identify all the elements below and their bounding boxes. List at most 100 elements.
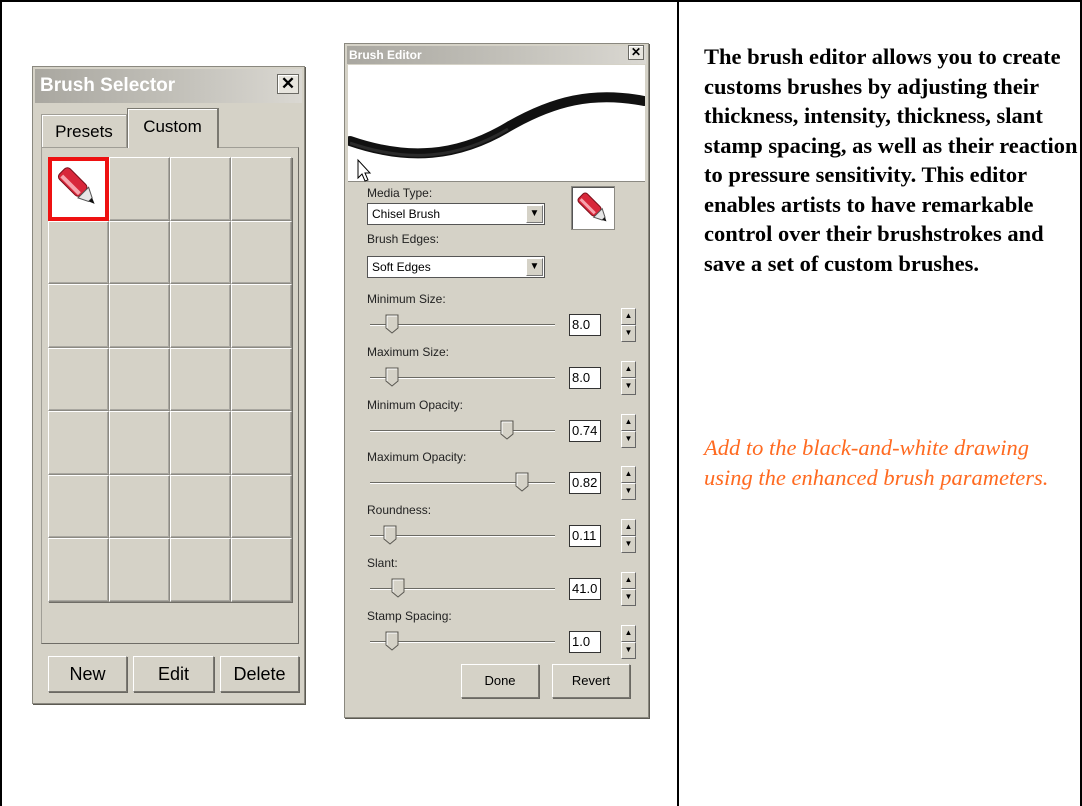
brush-slot[interactable]: [231, 538, 292, 602]
value-spinner[interactable]: ▲ ▼: [621, 308, 636, 342]
tab-presets[interactable]: Presets: [41, 114, 127, 148]
spin-up-icon[interactable]: ▲: [621, 624, 636, 642]
new-brush-button[interactable]: New: [48, 656, 127, 692]
slider-value-field[interactable]: 0.82: [569, 472, 601, 495]
slider-value-field[interactable]: 8.0: [569, 314, 601, 336]
brush-thumbnail[interactable]: [571, 186, 615, 230]
spin-down-icon[interactable]: ▼: [621, 483, 636, 501]
brush-slot[interactable]: [170, 538, 231, 602]
brush-slot[interactable]: [231, 220, 292, 284]
value-spinner[interactable]: ▲ ▼: [621, 572, 636, 606]
brush-edges-value: Soft Edges: [372, 260, 431, 274]
slider-label: Stamp Spacing:: [367, 608, 452, 623]
slider-label: Maximum Size:: [367, 344, 450, 359]
spin-down-icon[interactable]: ▼: [621, 589, 636, 606]
brush-editor-title: Brush Editor: [349, 48, 422, 62]
chevron-down-icon[interactable]: ▼: [526, 258, 543, 276]
value-spinner[interactable]: ▲ ▼: [621, 466, 636, 501]
brush-slot[interactable]: [231, 284, 292, 348]
tab-custom[interactable]: Custom: [127, 108, 219, 148]
slider-thumb[interactable]: [515, 472, 529, 493]
pen-brush-icon: [57, 167, 95, 204]
brush-slot[interactable]: [231, 474, 292, 538]
brush-slot[interactable]: [231, 157, 292, 221]
slider-thumb[interactable]: [500, 420, 514, 440]
close-icon[interactable]: ✕: [277, 74, 299, 94]
value-spinner[interactable]: ▲ ▼: [621, 413, 636, 448]
spin-down-icon[interactable]: ▼: [621, 641, 636, 659]
slider-value-field[interactable]: 0.11: [569, 525, 601, 548]
slider-thumb[interactable]: [385, 631, 399, 651]
brush-slot[interactable]: [170, 347, 231, 411]
brush-slot[interactable]: [231, 411, 292, 475]
brush-slot[interactable]: [170, 157, 231, 221]
brush-slot[interactable]: [170, 474, 231, 538]
spin-down-icon[interactable]: ▼: [621, 430, 636, 448]
pen-brush-icon: [577, 192, 607, 222]
brush-slot[interactable]: [48, 284, 109, 348]
brush-slot[interactable]: [48, 474, 109, 538]
brush-slot[interactable]: [109, 157, 170, 221]
slider-label: Minimum Size:: [367, 292, 446, 306]
slider-label: Slant:: [367, 556, 398, 570]
brush-slot[interactable]: [109, 411, 170, 475]
brush-slot[interactable]: [231, 347, 292, 411]
brush-edges-dropdown[interactable]: Soft Edges ▼: [367, 256, 545, 278]
spin-up-icon[interactable]: ▲: [621, 413, 636, 431]
stroke-preview[interactable]: [345, 65, 649, 182]
media-type-dropdown[interactable]: Chisel Brush ▼: [367, 203, 545, 225]
spin-up-icon[interactable]: ▲: [621, 308, 636, 325]
spin-down-icon[interactable]: ▼: [621, 536, 636, 554]
column-divider: [677, 0, 679, 806]
spin-up-icon[interactable]: ▲: [621, 572, 636, 589]
brush-slot[interactable]: [109, 347, 170, 411]
slider-value-field[interactable]: 0.74: [569, 419, 601, 442]
slider-label: Roundness:: [367, 503, 432, 518]
brush-slot-selected[interactable]: [48, 157, 109, 221]
brush-slot[interactable]: [109, 474, 170, 538]
brush-slot[interactable]: [170, 220, 231, 284]
delete-brush-button[interactable]: Delete: [220, 656, 299, 692]
chevron-down-icon[interactable]: ▼: [526, 205, 543, 223]
brush-slot[interactable]: [170, 411, 231, 475]
cursor-arrow-icon: [357, 158, 372, 182]
spin-down-icon[interactable]: ▼: [621, 377, 636, 395]
edit-brush-button[interactable]: Edit: [133, 656, 214, 692]
slider-thumb[interactable]: [391, 578, 405, 598]
brush-slot[interactable]: [48, 347, 109, 411]
brush-selector-window: Brush Selector ✕ Presets Custom New Edit…: [32, 66, 305, 704]
brush-slot[interactable]: [48, 220, 109, 284]
slider-value-field[interactable]: 8.0: [569, 366, 601, 389]
value-spinner[interactable]: ▲ ▼: [621, 519, 636, 554]
media-type-label: Media Type:: [367, 186, 433, 200]
brush-editor-titlebar[interactable]: Brush Editor: [347, 46, 646, 64]
slider-label: Minimum Opacity:: [367, 397, 464, 412]
media-type-value: Chisel Brush: [372, 207, 441, 221]
close-icon[interactable]: ✕: [628, 45, 644, 60]
slider-thumb[interactable]: [385, 367, 399, 387]
value-spinner[interactable]: ▲ ▼: [621, 360, 636, 395]
spin-up-icon[interactable]: ▲: [621, 466, 636, 484]
slider-thumb[interactable]: [383, 525, 397, 545]
brush-slot[interactable]: [48, 411, 109, 475]
spin-down-icon[interactable]: ▼: [621, 325, 636, 342]
value-spinner[interactable]: ▲ ▼: [621, 624, 636, 659]
brush-slot[interactable]: [48, 538, 109, 602]
spin-up-icon[interactable]: ▲: [621, 519, 636, 537]
revert-button[interactable]: Revert: [552, 664, 630, 698]
brush-slot[interactable]: [109, 538, 170, 602]
spin-up-icon[interactable]: ▲: [621, 360, 636, 378]
slider-label: Maximum Opacity:: [367, 450, 467, 465]
slider-value-field[interactable]: 1.0: [569, 630, 601, 653]
slider-thumb[interactable]: [385, 314, 399, 334]
brush-slot[interactable]: [109, 284, 170, 348]
brush-selector-title: Brush Selector: [40, 75, 176, 96]
brush-slot[interactable]: [109, 220, 170, 284]
slider-track[interactable]: [370, 429, 555, 432]
brush-slot[interactable]: [170, 284, 231, 348]
done-button[interactable]: Done: [461, 664, 539, 698]
brush-grid: [48, 157, 292, 602]
brush-selector-titlebar[interactable]: Brush Selector: [35, 69, 302, 103]
slider-track[interactable]: [370, 535, 555, 538]
slider-value-field[interactable]: 41.0: [569, 578, 601, 600]
